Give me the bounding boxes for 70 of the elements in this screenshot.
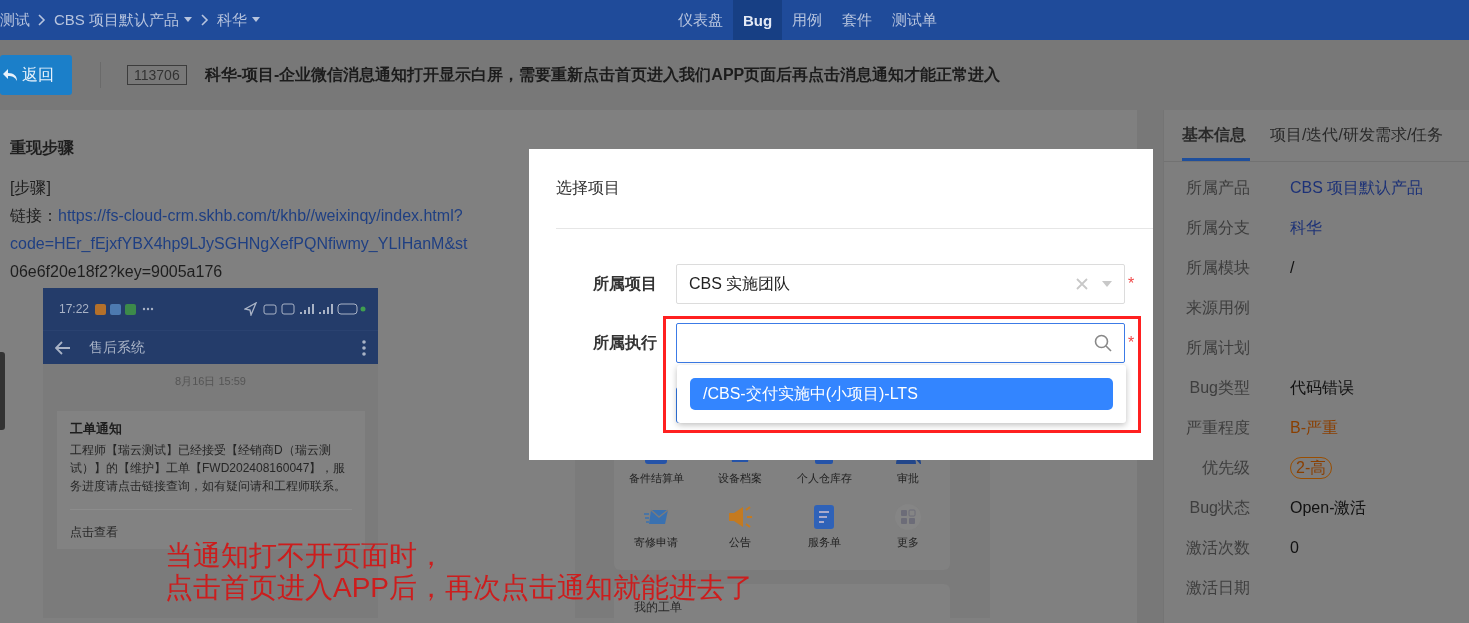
field-label: 所属项目 (592, 273, 657, 294)
info-tab[interactable]: 项目/迭代/研发需求/任务 (1270, 110, 1444, 161)
clear-icon[interactable] (1076, 278, 1088, 290)
annotation-text: 当通知打不开页面时， (165, 540, 445, 572)
more-icon (362, 339, 366, 356)
field-label: 激活次数 (1185, 537, 1250, 558)
app-label[interactable]: 备件结算单 (628, 472, 684, 486)
field-link[interactable]: 科华 (1290, 217, 1322, 239)
nav-tab[interactable]: 用例 (782, 0, 833, 40)
field-label: 所属计划 (1185, 337, 1250, 358)
dropdown-option[interactable]: /CBS-交付实施中(小项目)-LTS (690, 378, 1113, 410)
field-label: Bug类型 (1188, 377, 1250, 398)
nav-tab[interactable]: 套件 (832, 0, 883, 40)
field-value: 代码错误 (1290, 377, 1354, 398)
nav-tab[interactable]: Bug (733, 0, 783, 40)
field-label: 激活日期 (1185, 577, 1250, 598)
app-label[interactable]: 公告 (729, 536, 751, 550)
app-label[interactable]: 设备档案 (718, 472, 762, 486)
url-link[interactable]: https://fs-cloud-crm.skhb.com/t/khb//weixinqy/index.html? (58, 207, 463, 224)
status-time: 17:22 (59, 302, 90, 316)
field-label: Bug状态 (1188, 497, 1250, 518)
bug-id: 113706 (127, 65, 187, 85)
url-link[interactable]: code=HEr_fEjxfYBX4hp9LJySGHNgXefPQNfiwmy_YLIHanM&st (10, 235, 468, 252)
severity-value: B-严重 (1290, 417, 1338, 438)
nav-tab[interactable]: 测试单 (882, 0, 948, 40)
bug-title: 科华-项目-企业微信消息通知打开显示白屏，需要重新点击首页进入我们APP页面后再点击消息通知才能正常进入 (204, 64, 1001, 85)
document-icon (811, 504, 837, 530)
view-link[interactable]: 点击查看 (70, 509, 352, 541)
field-label: 严重程度 (1185, 417, 1250, 438)
back-button[interactable]: 返回 (0, 55, 72, 95)
app-title: 售后系统 (89, 338, 145, 357)
field-value: Open-激活 (1290, 497, 1367, 518)
breadcrumb-item[interactable]: CBS 项目默认产品 (54, 10, 193, 30)
chevron-icon (38, 14, 46, 26)
undo-icon (2, 68, 18, 82)
field-value: 0 (1290, 539, 1299, 557)
field-label: 优先级 (1201, 457, 1250, 478)
megaphone-icon (727, 504, 753, 530)
step-text: 06e6f20e18f2?key=9005a176 (10, 262, 223, 282)
step-text: [步骤] (10, 178, 51, 198)
required-mark: * (1128, 275, 1135, 293)
app-label[interactable]: 更多 (897, 536, 919, 550)
side-handle[interactable] (0, 352, 5, 430)
search-icon (1094, 334, 1112, 352)
app-label[interactable]: 个人仓库存 (796, 472, 852, 486)
app-label[interactable]: 寄修申请 (634, 536, 678, 550)
breadcrumb-item[interactable]: 测试 (0, 10, 30, 30)
caret-icon[interactable] (1102, 281, 1112, 287)
field-link[interactable]: CBS 项目默认产品 (1290, 177, 1424, 199)
project-select[interactable]: CBS 实施团队 (676, 264, 1125, 304)
required-mark: * (1128, 334, 1135, 352)
field-label: 所属分支 (1185, 217, 1250, 238)
dialog-title: 选择项目 (555, 178, 621, 198)
app-label[interactable]: 审批 (897, 472, 919, 486)
chevron-icon (201, 14, 209, 26)
card-title: 工单通知 (70, 421, 123, 438)
link-label: 链接： (10, 207, 58, 224)
field-label: 所属模块 (1185, 257, 1250, 278)
app-label[interactable]: 服务单 (807, 536, 841, 550)
info-tab[interactable]: 基本信息 (1182, 110, 1250, 161)
breadcrumb-item[interactable]: 科华 (217, 10, 261, 30)
section-heading: 重现步骤 (10, 138, 75, 158)
field-label: 来源用例 (1185, 297, 1250, 318)
field-value: / (1290, 259, 1295, 277)
nav-tab[interactable]: 仪表盘 (668, 0, 733, 40)
back-arrow-icon (55, 340, 71, 355)
section-title: 我的工单 (634, 601, 682, 613)
field-label: 所属产品 (1185, 177, 1250, 198)
card-body: 工程师【瑞云测试】已经接受【经销商D（瑞云测试）】的【维护】工单【FWD202408160047】，服务进度请点击链接查询，如有疑问请和工程师联系。 (70, 442, 347, 495)
field-label: 所属执行 (592, 332, 657, 353)
